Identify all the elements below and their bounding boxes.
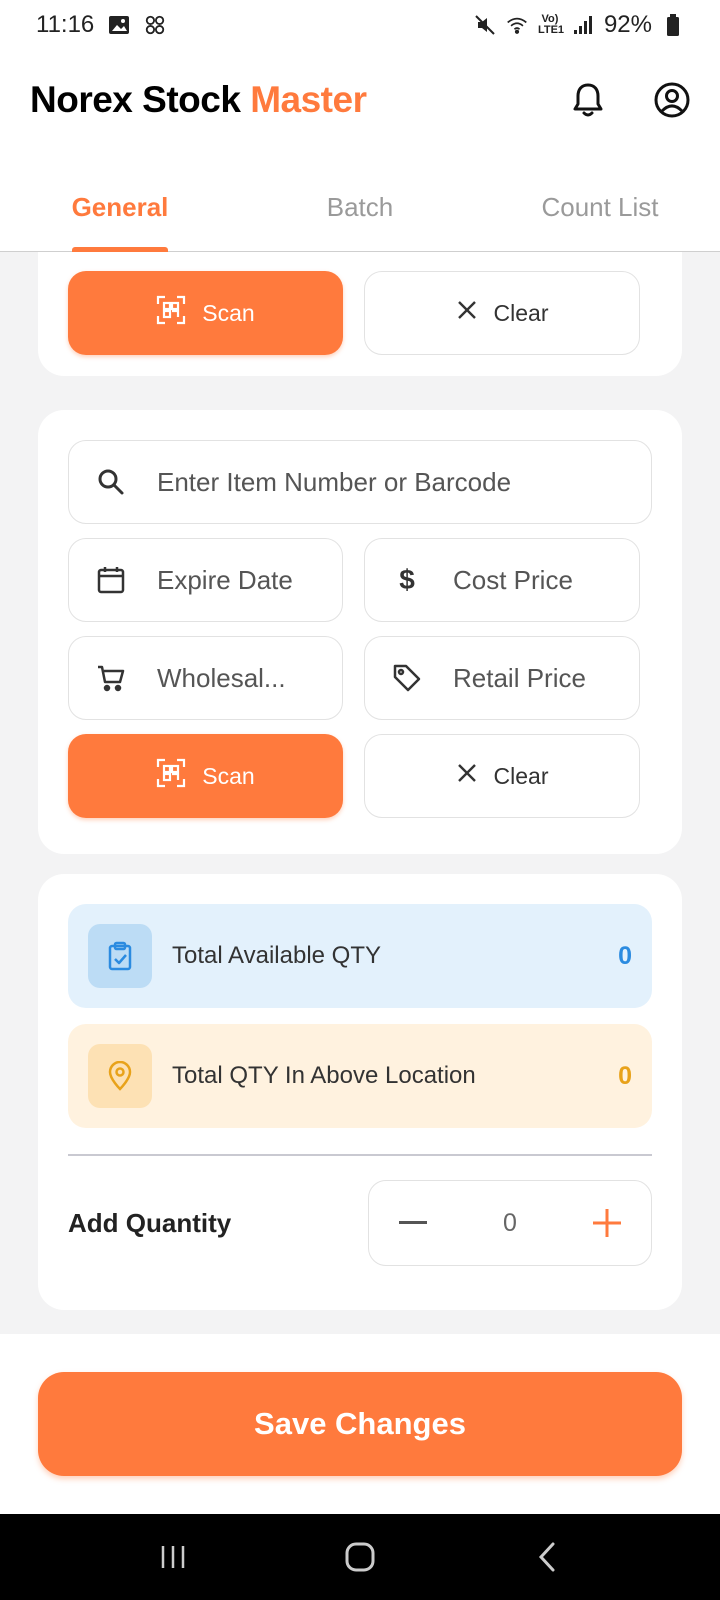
cost-price-input[interactable]: [453, 564, 639, 596]
divider: [68, 1154, 652, 1156]
scan-button-top[interactable]: Scan: [68, 271, 343, 355]
save-changes-button[interactable]: Save Changes: [38, 1372, 682, 1476]
wholesale-field[interactable]: [68, 636, 343, 720]
retail-price-field[interactable]: [364, 636, 640, 720]
quantity-card: Total Available QTY 0 Total QTY In Above…: [38, 874, 682, 1310]
scan-label: Scan: [202, 762, 255, 789]
clear-label: Clear: [493, 762, 549, 789]
retail-price-input[interactable]: [453, 662, 639, 694]
expire-date-field[interactable]: [68, 538, 343, 622]
clear-label: Clear: [493, 299, 549, 326]
cart-icon: [95, 662, 127, 694]
clear-button[interactable]: Clear: [364, 734, 640, 818]
clipboard-check-icon: [88, 924, 152, 988]
scan-button[interactable]: Scan: [68, 734, 343, 818]
search-field[interactable]: [68, 440, 652, 524]
content-area[interactable]: Scan Clear $: [0, 252, 720, 1334]
calendar-icon: [95, 564, 127, 596]
brand-accent: Master: [250, 79, 367, 120]
item-card: $ Scan Clear: [38, 410, 682, 854]
tab-batch[interactable]: Batch: [240, 170, 480, 251]
tab-count-list[interactable]: Count List: [480, 170, 720, 251]
brand-main: Norex Stock: [30, 79, 241, 120]
plus-icon[interactable]: [589, 1205, 625, 1241]
total-available-label: Total Available QTY: [172, 942, 382, 969]
battery-icon: [662, 14, 684, 36]
bell-icon[interactable]: [568, 80, 608, 120]
account-icon[interactable]: [652, 80, 692, 120]
search-icon: [95, 466, 127, 498]
app-header: Norex Stock Master: [0, 60, 720, 140]
close-icon: [456, 299, 478, 327]
wifi-icon: [506, 14, 528, 36]
footer: Save Changes: [0, 1334, 720, 1514]
total-available-stat: Total Available QTY 0: [68, 904, 652, 1008]
header-actions: [568, 80, 692, 120]
home-icon[interactable]: [330, 1527, 390, 1587]
quantity-stepper[interactable]: 0: [368, 1180, 652, 1266]
add-quantity-label: Add Quantity: [68, 1208, 232, 1238]
tag-icon: [391, 662, 423, 694]
app-title: Norex Stock Master: [30, 79, 367, 121]
signal-icon: [572, 14, 594, 36]
mute-icon: [474, 14, 496, 36]
gallery-icon: [108, 14, 130, 36]
back-icon[interactable]: [517, 1527, 577, 1587]
cost-price-field[interactable]: $: [364, 538, 640, 622]
clear-button-top[interactable]: Clear: [364, 271, 640, 355]
expire-date-input[interactable]: [157, 564, 342, 596]
total-location-value: 0: [618, 1061, 632, 1090]
clover-icon: [144, 14, 166, 36]
tab-general[interactable]: General: [0, 170, 240, 252]
total-available-value: 0: [618, 941, 632, 970]
close-icon: [456, 762, 478, 790]
minus-icon[interactable]: [395, 1205, 431, 1241]
system-nav-bar: [0, 1514, 720, 1600]
location-pin-icon: [88, 1044, 152, 1108]
qr-scan-icon: [156, 758, 186, 794]
status-right: Vo) LTE1 92%: [474, 11, 684, 39]
quantity-value[interactable]: 0: [503, 1209, 517, 1238]
scan-label: Scan: [202, 299, 255, 326]
search-input[interactable]: [157, 466, 651, 498]
total-location-label: Total QTY In Above Location: [172, 1062, 476, 1089]
wholesale-input[interactable]: [157, 662, 342, 694]
location-card: Scan Clear: [38, 252, 682, 376]
status-bar: 11:16 Vo) LTE1 92%: [0, 0, 720, 50]
status-time: 11:16: [36, 11, 95, 38]
recent-apps-icon[interactable]: [143, 1527, 203, 1587]
total-location-stat: Total QTY In Above Location 0: [68, 1024, 652, 1128]
network-label: Vo) LTE1: [537, 13, 565, 36]
battery-percent: 92%: [603, 11, 652, 38]
status-left: 11:16: [36, 11, 166, 39]
dollar-icon: $: [399, 564, 415, 595]
qr-scan-icon: [156, 295, 186, 331]
tab-bar: General Batch Count List: [0, 170, 720, 252]
